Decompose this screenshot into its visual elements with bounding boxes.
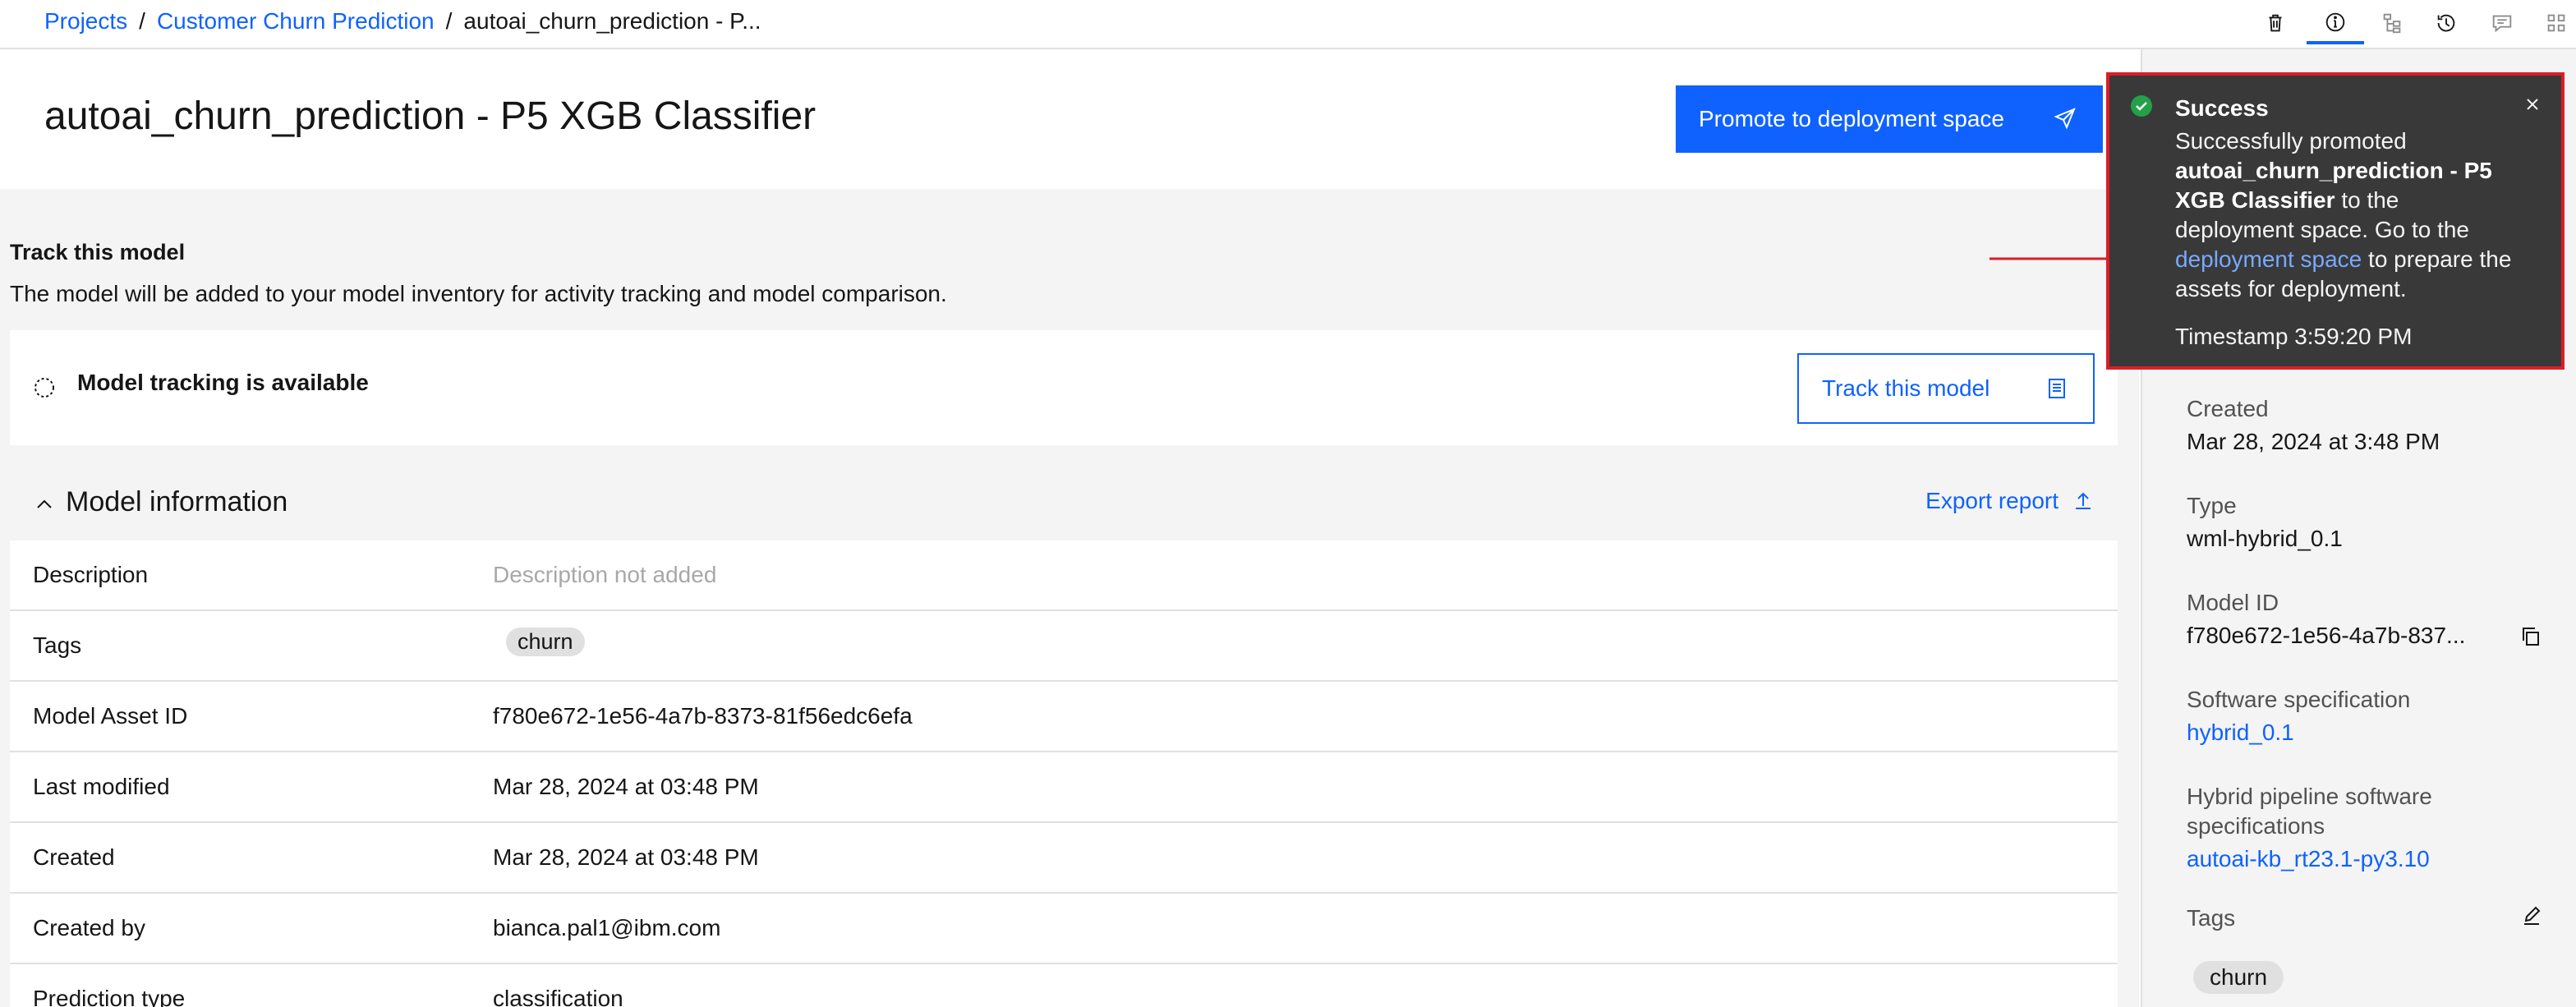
track-button-label: Track this model bbox=[1822, 375, 1990, 401]
row-value: Mar 28, 2024 at 03:48 PM bbox=[493, 774, 759, 799]
model-info-table: Description Description not added Tags c… bbox=[10, 540, 2118, 1007]
row-key: Description bbox=[33, 562, 149, 587]
model-id-value: f780e672-1e56-4a7b-837... bbox=[2187, 623, 2466, 648]
info-icon[interactable] bbox=[2307, 3, 2364, 44]
model-id-label: Model ID bbox=[2187, 590, 2279, 615]
send-icon bbox=[2054, 108, 2076, 130]
type-value: wml-hybrid_0.1 bbox=[2187, 526, 2343, 551]
page-header: autoai_churn_prediction - P5 XGB Classif… bbox=[0, 49, 2103, 189]
table-row: Description Description not added bbox=[10, 540, 2118, 611]
lineage-icon[interactable] bbox=[2376, 7, 2408, 39]
breadcrumb-separator: / bbox=[139, 8, 145, 34]
row-value: bianca.pal1@ibm.com bbox=[493, 915, 721, 940]
close-icon[interactable] bbox=[2522, 94, 2543, 115]
row-value: f780e672-1e56-4a7b-8373-81f56edc6efa bbox=[493, 703, 913, 729]
track-model-button[interactable]: Track this model bbox=[1797, 353, 2095, 424]
track-section-title: Track this model bbox=[10, 240, 186, 264]
notebook-icon bbox=[2049, 379, 2065, 398]
tag-chip: churn bbox=[506, 628, 585, 656]
pending-icon bbox=[34, 378, 54, 398]
page-title: autoai_churn_prediction - P5 XGB Classif… bbox=[44, 94, 816, 138]
row-value: classification bbox=[493, 986, 623, 1007]
export-report-link[interactable]: Export report bbox=[1925, 488, 2095, 514]
row-key: Last modified bbox=[33, 774, 170, 799]
toast-title: Success bbox=[2175, 95, 2269, 121]
promote-button[interactable]: Promote to deployment space bbox=[1676, 85, 2103, 153]
row-key: Created by bbox=[33, 915, 145, 940]
toast-timestamp: Timestamp 3:59:20 PM bbox=[2175, 324, 2413, 349]
tags-field: Tags bbox=[2187, 904, 2235, 933]
copy-icon[interactable] bbox=[2518, 624, 2543, 649]
track-section-description: The model will be added to your model in… bbox=[10, 281, 947, 306]
hybrid-spec-label: Hybrid pipeline software bbox=[2187, 784, 2432, 809]
hybrid-spec-field: Hybrid pipeline software specifications … bbox=[2187, 782, 2432, 876]
model-information-title: Model information bbox=[66, 486, 288, 517]
upload-icon bbox=[2076, 492, 2091, 509]
row-key: Created bbox=[33, 844, 115, 870]
apps-icon[interactable] bbox=[2540, 7, 2573, 39]
edit-icon[interactable] bbox=[2520, 905, 2543, 928]
history-icon[interactable] bbox=[2430, 7, 2463, 39]
table-row: Prediction type classification bbox=[10, 964, 2118, 1007]
breadcrumb: Projects / Customer Churn Prediction / autoa… bbox=[44, 5, 761, 38]
breadcrumb-projects[interactable]: Projects bbox=[44, 8, 127, 34]
created-value: Mar 28, 2024 at 3:48 PM bbox=[2187, 429, 2440, 454]
breadcrumb-current: autoai_churn_prediction - P... bbox=[463, 8, 761, 34]
table-row: Created Mar 28, 2024 at 03:48 PM bbox=[10, 823, 2118, 894]
row-value: Mar 28, 2024 at 03:48 PM bbox=[493, 844, 759, 870]
table-row: Created by bianca.pal1@ibm.com bbox=[10, 894, 2118, 964]
table-row: Model Asset ID f780e672-1e56-4a7b-8373-8… bbox=[10, 682, 2118, 752]
created-field: Created Mar 28, 2024 at 3:48 PM bbox=[2187, 394, 2440, 458]
hybrid-spec-label: specifications bbox=[2187, 813, 2325, 839]
software-spec-field: Software specification hybrid_0.1 bbox=[2187, 685, 2410, 749]
software-spec-label: Software specification bbox=[2187, 687, 2411, 712]
chevron-up-icon[interactable] bbox=[33, 493, 56, 516]
checkmark-filled-icon bbox=[2131, 95, 2152, 117]
main-content: Track this model The model will be added… bbox=[0, 189, 2139, 1007]
comment-icon[interactable] bbox=[2486, 7, 2518, 39]
type-field: Type wml-hybrid_0.1 bbox=[2187, 491, 2343, 555]
tags-label: Tags bbox=[2187, 905, 2236, 931]
table-row: Tags churn bbox=[10, 611, 2118, 682]
row-key: Prediction type bbox=[33, 986, 186, 1007]
tag-container: churn bbox=[506, 628, 585, 656]
toast-text: Successfully promoted bbox=[2175, 128, 2407, 154]
model-information-header[interactable]: Model information Export report bbox=[10, 473, 2118, 539]
tag-chip: churn bbox=[2193, 961, 2284, 994]
promote-button-label: Promote to deployment space bbox=[1699, 106, 2004, 131]
software-spec-link[interactable]: hybrid_0.1 bbox=[2187, 716, 2410, 749]
toast-model-name: autoai_churn_prediction - P5 XGB Classif… bbox=[2175, 158, 2492, 213]
breadcrumb-separator: / bbox=[445, 8, 453, 34]
type-label: Type bbox=[2187, 493, 2237, 518]
model-id-field: Model ID f780e672-1e56-4a7b-837... bbox=[2187, 588, 2465, 652]
top-bar: Projects / Customer Churn Prediction / autoa… bbox=[0, 0, 2576, 49]
deployment-space-link[interactable]: deployment space bbox=[2175, 246, 2362, 272]
row-key: Model Asset ID bbox=[33, 703, 188, 729]
breadcrumb-project[interactable]: Customer Churn Prediction bbox=[157, 8, 435, 34]
created-label: Created bbox=[2187, 396, 2269, 421]
trash-icon[interactable] bbox=[2259, 7, 2292, 39]
export-report-label: Export report bbox=[1925, 488, 2058, 513]
row-value: Description not added bbox=[493, 562, 717, 587]
success-toast: Success Successfully promoted autoai_chu… bbox=[2106, 72, 2564, 370]
row-key: Tags bbox=[33, 632, 82, 658]
tracking-status: Model tracking is available bbox=[77, 370, 369, 395]
toast-message: Successfully promoted autoai_churn_predi… bbox=[2175, 126, 2520, 304]
hybrid-spec-link[interactable]: autoai-kb_rt23.1-py3.10 bbox=[2187, 843, 2432, 876]
table-row: Last modified Mar 28, 2024 at 03:48 PM bbox=[10, 752, 2118, 823]
